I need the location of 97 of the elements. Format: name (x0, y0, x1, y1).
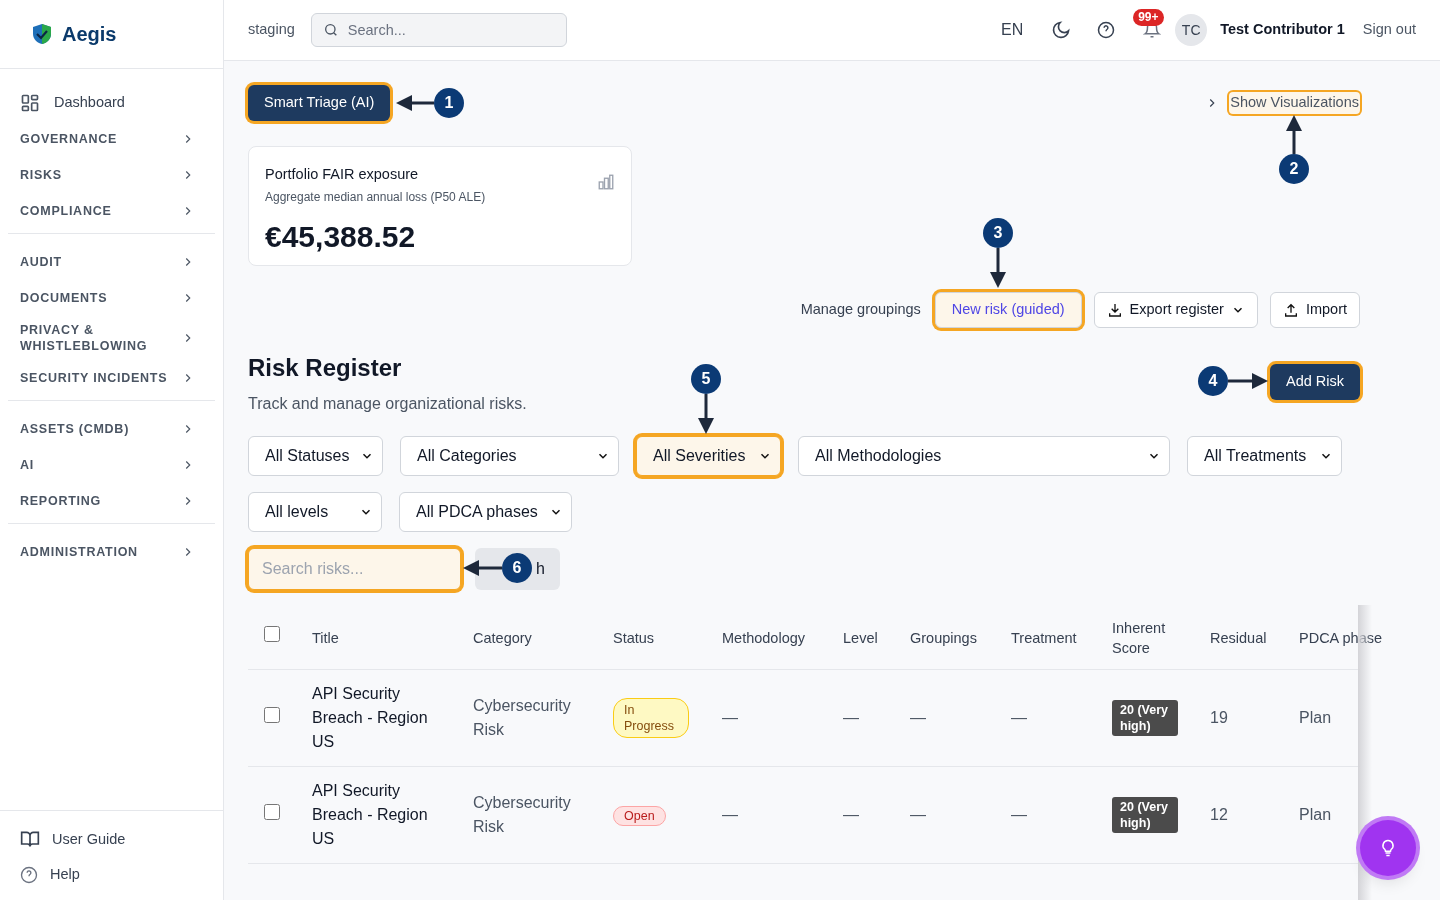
import-button[interactable]: Import (1269, 292, 1360, 328)
card-subtitle: Aggregate median annual loss (P50 ALE) (265, 188, 487, 206)
filter-dropdown[interactable]: All Statuses (248, 436, 383, 476)
filter-dropdown[interactable]: All Methodologies (798, 436, 1170, 476)
page-title: Risk Register (248, 353, 403, 383)
column-header: Category (473, 628, 533, 648)
smart-triage-button[interactable]: Smart Triage (AI) (248, 85, 391, 121)
table-cell-text: 12 (1210, 805, 1229, 825)
column-header: Inherent Score (1112, 618, 1167, 658)
column-header: Treatment (1011, 628, 1078, 648)
sidebar-section[interactable]: REPORTING (8, 483, 215, 519)
column-header: Methodology (722, 628, 807, 648)
callout-tooltip: 3 (983, 218, 1013, 248)
exposure-value: €45,388.52 (265, 218, 417, 255)
filter-dropdown[interactable]: All Treatments (1187, 436, 1342, 476)
row-checkbox[interactable] (264, 804, 280, 820)
status-badge: In Progress (613, 698, 689, 738)
table-cell-text: 19 (1210, 708, 1229, 728)
show-visualizations-toggle[interactable]: Show Visualizations (1229, 92, 1360, 114)
grid-icon (20, 93, 40, 113)
page-subtitle: Track and manage organizational risks. (248, 394, 527, 414)
table-cell-text: — (722, 805, 739, 825)
callout-tooltip: 1 (434, 88, 464, 118)
row-checkbox[interactable] (264, 707, 280, 723)
risk-title[interactable]: API Security Breach - Region US (312, 779, 473, 851)
new-risk-guided-button[interactable]: New risk (guided) (934, 292, 1082, 328)
sidebar-section[interactable]: GOVERNANCE (8, 121, 215, 157)
sidebar-section[interactable]: ASSETS (CMDB) (8, 411, 215, 447)
callout-tooltip: 5 (691, 364, 721, 394)
filter-dropdown[interactable]: All levels (248, 492, 382, 532)
avatar: TC (1175, 14, 1208, 46)
moon-icon[interactable] (1051, 20, 1072, 40)
download-icon (1106, 302, 1123, 318)
help-link[interactable]: Help (20, 864, 203, 886)
table-cell-text: — (843, 708, 860, 728)
pointer-arrow (396, 95, 434, 111)
sidebar-item[interactable]: Dashboard (8, 85, 215, 121)
notification-badge: 99+ (1133, 9, 1164, 26)
pointer-arrow (698, 394, 714, 434)
callout-tooltip: 2 (1279, 154, 1309, 184)
table-cell-text: — (722, 708, 739, 728)
callout-tooltip: 4 (1198, 366, 1228, 396)
book-icon (20, 829, 40, 850)
sidebar-section[interactable]: RISKS (8, 157, 215, 193)
export-register-button[interactable]: Export register (1093, 292, 1258, 328)
table-cell-text: — (1011, 805, 1028, 825)
column-header: Status (613, 628, 656, 648)
manage-groupings-link[interactable]: Manage groupings (800, 299, 921, 321)
filter-dropdown[interactable]: All Severities (636, 436, 781, 476)
upload-icon (1282, 302, 1299, 318)
sign-out-link[interactable]: Sign out (1362, 19, 1416, 41)
score-badge: 20 (Very high) (1112, 699, 1178, 736)
help-icon (20, 866, 38, 885)
shield-logo-icon (30, 22, 54, 46)
language-button[interactable]: EN (1000, 18, 1024, 42)
filter-dropdown[interactable]: All PDCA phases (399, 492, 572, 532)
risk-title[interactable]: API Security Breach - Region US (312, 682, 473, 754)
table-cell-text: Cybersecurity Risk (473, 793, 572, 837)
help-icon[interactable] (1097, 21, 1116, 39)
table-cell-text: Plan (1299, 708, 1333, 728)
pointer-arrow (1228, 373, 1268, 389)
table-cell-text: Plan (1299, 805, 1333, 825)
table-cell-text: — (910, 708, 927, 728)
column-header: Groupings (910, 628, 978, 648)
pointer-arrow (990, 248, 1006, 288)
column-header: Title (312, 628, 340, 648)
brand-name: Aegis (62, 22, 117, 47)
sidebar-section[interactable]: DOCUMENTS (8, 280, 215, 316)
search-field[interactable]: Search... (310, 13, 567, 47)
table-cell-text: — (843, 805, 860, 825)
card-title: Portfolio FAIR exposure (265, 165, 419, 184)
sidebar-section[interactable]: PRIVACY & WHISTLEBLOWING (8, 316, 215, 360)
select-all-checkbox[interactable] (264, 626, 280, 643)
user-guide-link[interactable]: User Guide (20, 828, 203, 851)
table-cell-text: — (1011, 708, 1028, 728)
user-name: Test Contributor 1 (1220, 20, 1345, 40)
add-risk-button[interactable]: Add Risk (1269, 364, 1360, 400)
risk-search-field[interactable]: Search risks... (248, 548, 461, 590)
status-badge: Open (613, 806, 666, 826)
bar-chart-icon (597, 173, 615, 191)
pointer-arrow (1286, 115, 1302, 154)
filter-dropdown[interactable]: All Categories (400, 436, 619, 476)
sidebar-section[interactable]: ADMINISTRATION (8, 534, 215, 570)
sidebar-section[interactable]: SECURITY INCIDENTS (8, 360, 215, 396)
score-badge: 20 (Very high) (1112, 796, 1178, 833)
column-header: Residual (1210, 628, 1268, 648)
environment-label: staging (248, 20, 295, 40)
sidebar-section[interactable]: AUDIT (8, 244, 215, 280)
column-header: Level (843, 628, 879, 648)
pointer-arrow (463, 560, 502, 576)
search-icon (322, 22, 339, 38)
sidebar-section[interactable]: AI (8, 447, 215, 483)
column-header: PDCA phase (1299, 628, 1384, 648)
table-cell-text: Cybersecurity Risk (473, 696, 572, 740)
sidebar-section[interactable]: COMPLIANCE (8, 193, 215, 229)
table-cell-text: — (910, 805, 927, 825)
assistant-fab[interactable] (1360, 820, 1416, 876)
